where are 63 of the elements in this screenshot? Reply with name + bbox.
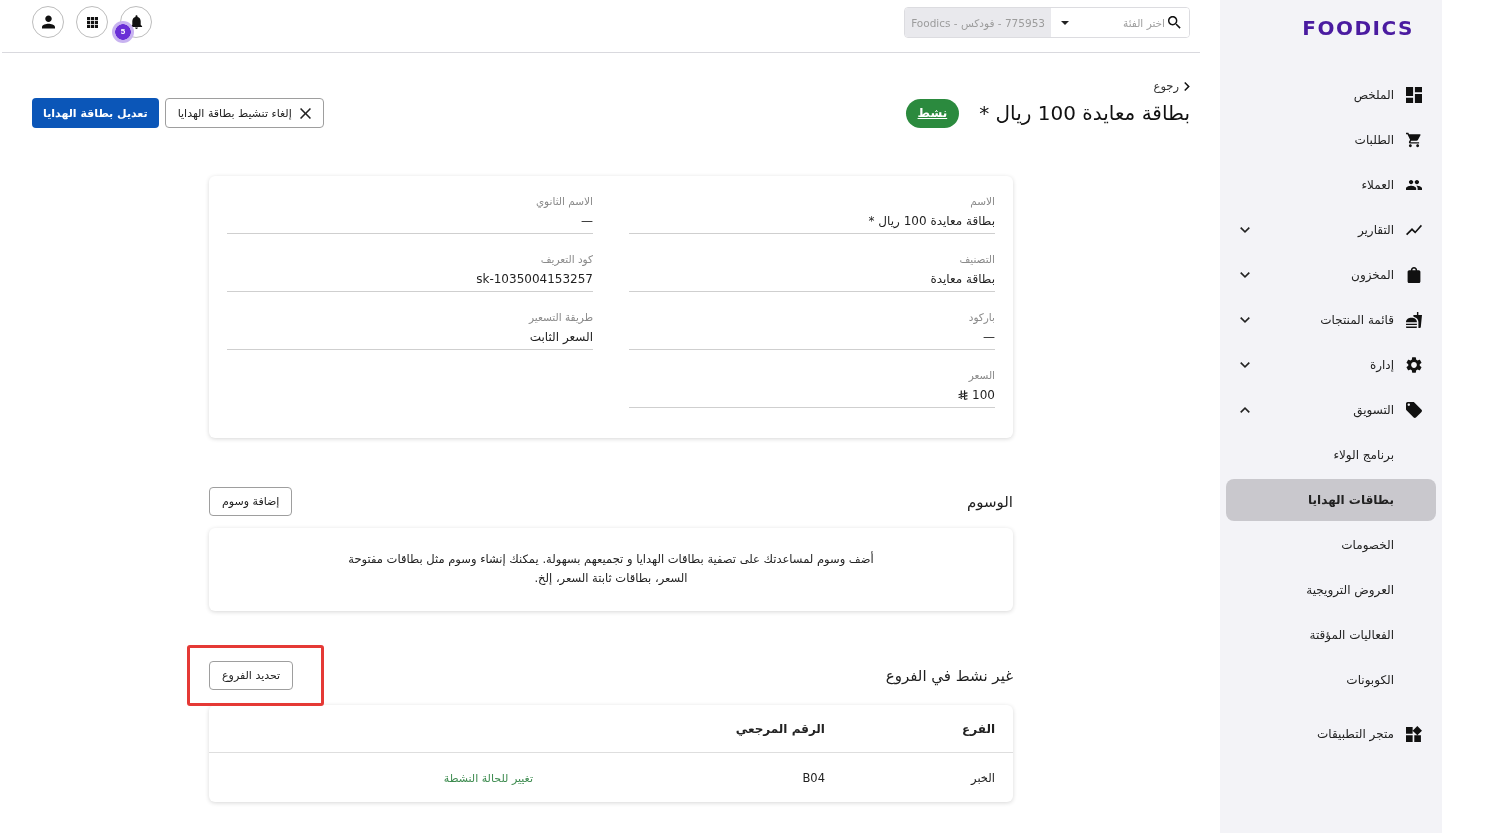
- add-tags-button[interactable]: إضافة وسوم: [209, 487, 293, 516]
- field-label: التصنيف: [958, 252, 995, 266]
- deactivate-button[interactable]: إلغاء تنشيط بطاقة الهدايا: [164, 98, 324, 128]
- logo[interactable]: FOODICS: [1302, 18, 1414, 38]
- field-value: السعر الثابت: [529, 329, 593, 346]
- line-chart-icon: [1406, 222, 1422, 238]
- column-header: الرقم المرجعي: [735, 721, 825, 736]
- nav-item[interactable]: العملاء: [1226, 164, 1436, 206]
- nav-item[interactable]: إدارة: [1226, 344, 1436, 386]
- bag-icon: [1406, 267, 1422, 283]
- field-label: باركود: [967, 310, 995, 324]
- status-badge: نشط: [905, 98, 960, 128]
- chevron-right-icon: [1184, 81, 1190, 91]
- field-value: بطاقة معايدة: [930, 271, 995, 288]
- table-cell: الخبر: [971, 770, 995, 785]
- field-value: —: [983, 329, 995, 346]
- nav-item[interactable]: التسويق: [1226, 389, 1436, 431]
- nav-subitem[interactable]: برنامج الولاء: [1226, 434, 1436, 476]
- nav-subitem[interactable]: العروض الترويجية: [1226, 569, 1436, 611]
- nav-item[interactable]: التقارير: [1226, 209, 1436, 251]
- field-value: sk-1035004153257: [476, 271, 593, 288]
- field-value: 100: [972, 387, 995, 404]
- field-label: كود التعريف: [539, 252, 593, 266]
- widgets-icon: [1406, 726, 1422, 742]
- page-title: بطاقة معايدة 100 ريال *: [979, 101, 1190, 125]
- field-value: —: [581, 213, 593, 230]
- nav-subitem[interactable]: الكوبونات: [1226, 659, 1436, 701]
- nav-item[interactable]: متجر التطبيقات: [1226, 713, 1436, 755]
- field-value: بطاقة معايدة 100 ريال *: [868, 213, 995, 230]
- nav-subitem[interactable]: الفعاليات المؤقتة: [1226, 614, 1436, 656]
- grid-icon: [86, 16, 98, 28]
- notification-badge: 5: [112, 21, 134, 43]
- edit-button[interactable]: تعديل بطاقة الهدايا: [32, 98, 159, 128]
- field-label: طريقة التسعير: [527, 310, 593, 324]
- nav-item[interactable]: الملخص: [1226, 74, 1436, 116]
- nav-item[interactable]: الطلبات: [1226, 119, 1436, 161]
- dashboard-icon: [1406, 87, 1422, 103]
- field-label: الاسم الثانوي: [534, 194, 593, 208]
- column-header: الفرع: [962, 721, 995, 736]
- back-link[interactable]: رجوع: [1153, 78, 1190, 94]
- nav-item[interactable]: المخزون: [1226, 254, 1436, 296]
- nav-item[interactable]: قائمة المنتجات: [1226, 299, 1436, 341]
- apps-button[interactable]: [76, 6, 108, 38]
- nav-subitem[interactable]: بطاقات الهدايا: [1226, 479, 1436, 521]
- burger-drink-icon: [1406, 312, 1422, 328]
- nav-subitem[interactable]: الخصومات: [1226, 524, 1436, 566]
- close-icon: [299, 107, 311, 119]
- person-icon: [41, 15, 55, 29]
- tag-icon: [1406, 402, 1422, 418]
- activate-link[interactable]: تغيير للحالة النشطة: [443, 771, 533, 785]
- people-icon: [1406, 177, 1422, 193]
- profile-button[interactable]: [32, 6, 64, 38]
- select-branches-button[interactable]: تحديد الفروع: [209, 661, 294, 690]
- gear-icon: [1406, 357, 1422, 373]
- field-label: السعر: [967, 368, 995, 382]
- empty-message: أضف وسوم لمساعدتك على تصفية بطاقات الهدايا و تجميعهم بسهولة. يمكنك إنشاء وسوم مثل بطاقات مفتوحة السعر، بطاقات ثابتة السعر، إلخ.: [347, 550, 875, 587]
- cart-icon: [1406, 132, 1422, 148]
- riyal-sign-icon: [958, 389, 969, 401]
- field-label: الاسم: [969, 194, 995, 208]
- bell-icon: [129, 15, 143, 29]
- table-cell: B04: [802, 770, 825, 785]
- section-title: الوسوم: [966, 492, 1013, 511]
- section-title: غير نشط في الفروع: [885, 666, 1013, 685]
